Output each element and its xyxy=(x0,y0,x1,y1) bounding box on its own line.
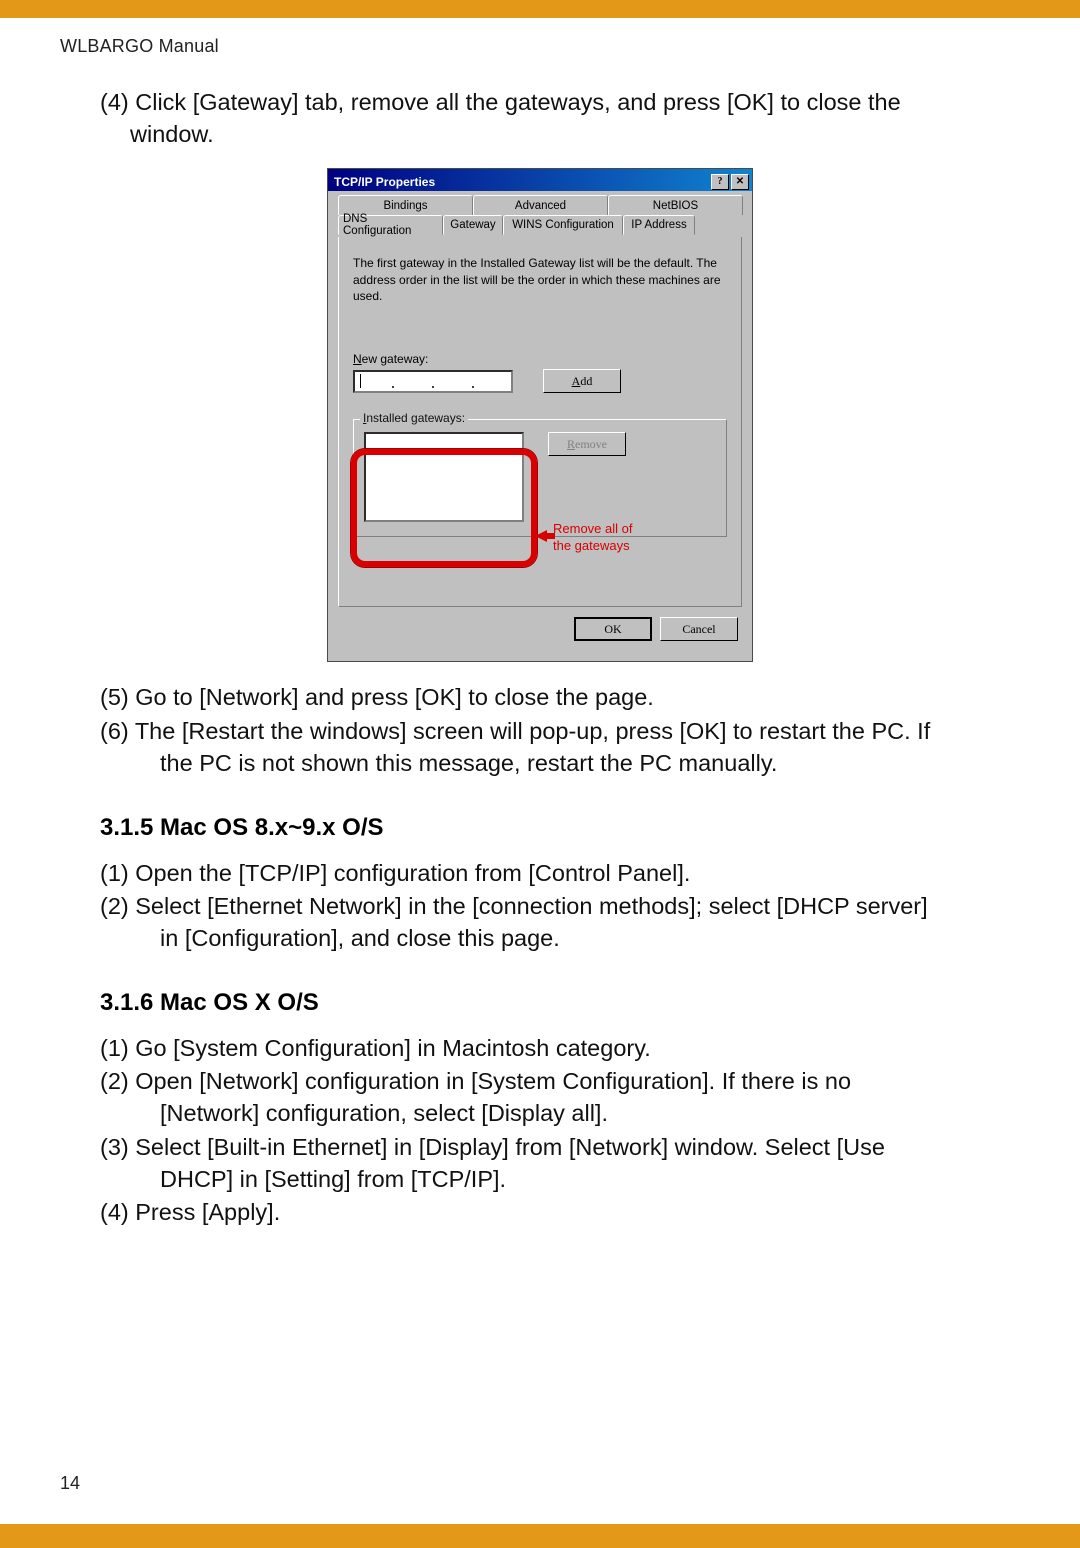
section-heading-316: 3.1.6 Mac OS X O/S xyxy=(100,989,980,1017)
tab-advanced[interactable]: Advanced xyxy=(473,195,608,215)
dialog-screenshot: TCP/IP Properties ? ✕ Bindings Advanced … xyxy=(327,168,753,662)
gateway-description: The first gateway in the Installed Gatew… xyxy=(353,255,727,304)
step-5: (5) Go to [Network] and press [OK] to cl… xyxy=(100,682,980,714)
remove-button[interactable]: Remove xyxy=(548,432,626,456)
macx-step-1: (1) Go [System Configuration] in Macinto… xyxy=(100,1033,980,1065)
tab-bindings[interactable]: Bindings xyxy=(338,195,473,215)
macx-step-2: (2) Open [Network] configuration in [Sys… xyxy=(100,1066,980,1129)
ok-button[interactable]: OK xyxy=(574,617,652,641)
page-number: 14 xyxy=(60,1473,80,1494)
tab-dns-configuration[interactable]: DNS Configuration xyxy=(338,215,443,235)
tab-wins-configuration[interactable]: WINS Configuration xyxy=(503,215,623,235)
installed-gateways-list[interactable] xyxy=(364,432,524,522)
installed-gateways-group: Installed gateways: Remove xyxy=(353,419,727,537)
gateway-tab-panel: The first gateway in the Installed Gatew… xyxy=(338,237,742,607)
section-heading-315: 3.1.5 Mac OS 8.x~9.x O/S xyxy=(100,814,980,842)
cancel-button[interactable]: Cancel xyxy=(660,617,738,641)
tab-ip-address[interactable]: IP Address xyxy=(623,215,695,235)
mac89-step-1: (1) Open the [TCP/IP] configuration from… xyxy=(100,858,980,890)
dialog-title: TCP/IP Properties xyxy=(334,175,435,189)
macx-step-4: (4) Press [Apply]. xyxy=(100,1197,980,1229)
dialog-titlebar: TCP/IP Properties ? ✕ xyxy=(328,169,752,191)
step-6: (6) The [Restart the windows] screen wil… xyxy=(100,716,980,779)
manual-header: WLBARGO Manual xyxy=(0,18,1080,57)
tab-netbios[interactable]: NetBIOS xyxy=(608,195,743,215)
annotation-text: Remove all of the gateways xyxy=(553,521,632,554)
macx-step-3: (3) Select [Built-in Ethernet] in [Displ… xyxy=(100,1132,980,1195)
close-icon[interactable]: ✕ xyxy=(731,174,749,190)
add-button[interactable]: Add xyxy=(543,369,621,393)
help-icon[interactable]: ? xyxy=(711,174,729,190)
new-gateway-label: New gateway: xyxy=(353,352,727,366)
annotation-arrow-icon xyxy=(535,529,555,543)
step-4: (4) Click [Gateway] tab, remove all the … xyxy=(100,87,980,150)
tab-strip: Bindings Advanced NetBIOS DNS Configurat… xyxy=(334,195,746,237)
tab-gateway[interactable]: Gateway xyxy=(443,215,503,235)
new-gateway-input[interactable] xyxy=(353,370,513,393)
mac89-step-2: (2) Select [Ethernet Network] in the [co… xyxy=(100,891,980,954)
